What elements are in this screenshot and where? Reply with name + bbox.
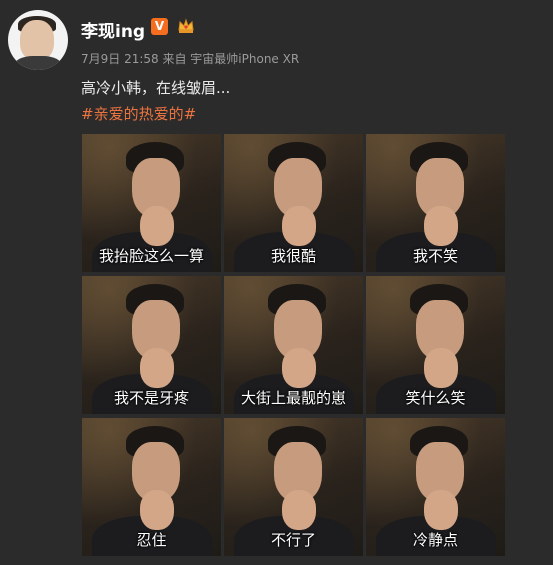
image-caption: 笑什么笑	[405, 389, 466, 407]
verified-v-icon: V	[151, 18, 168, 35]
image-tile[interactable]: 我不笑	[366, 134, 505, 272]
image-caption: 我不笑	[412, 247, 458, 265]
image-tile[interactable]: 我不是牙疼	[82, 276, 221, 414]
image-caption: 我不是牙疼	[113, 389, 189, 407]
image-caption: 我很酷	[270, 247, 316, 265]
image-caption: 大街上最靓的崽	[240, 389, 346, 407]
topic-link[interactable]: #亲爱的热爱的#	[81, 103, 196, 124]
image-tile[interactable]: 不行了	[224, 418, 363, 556]
avatar[interactable]	[8, 10, 68, 70]
avatar-face	[20, 20, 54, 60]
image-caption: 不行了	[270, 531, 316, 549]
image-caption: 冷静点	[412, 531, 458, 549]
image-tile[interactable]: 我很酷	[224, 134, 363, 272]
image-tile[interactable]: 冷静点	[366, 418, 505, 556]
image-tile[interactable]: 笑什么笑	[366, 276, 505, 414]
image-tile[interactable]: 忍住	[82, 418, 221, 556]
post-meta: 7月9日 21:58 来自 宇宙最帅iPhone XR	[81, 52, 300, 66]
image-caption: 忍住	[136, 531, 167, 549]
username[interactable]: 李现ing	[81, 17, 145, 42]
avatar-body	[14, 56, 62, 70]
image-tile[interactable]: 我抬脸这么一算	[82, 134, 221, 272]
image-caption: 我抬脸这么一算	[98, 247, 204, 265]
crown-badge-icon	[178, 18, 194, 33]
post-content: 高冷小韩，在线皱眉...	[81, 79, 231, 97]
image-grid: 我抬脸这么一算 我很酷 我不笑 我不是牙疼 大街上最靓的崽 笑什么笑 忍住 不行…	[82, 134, 505, 556]
image-tile[interactable]: 大街上最靓的崽	[224, 276, 363, 414]
